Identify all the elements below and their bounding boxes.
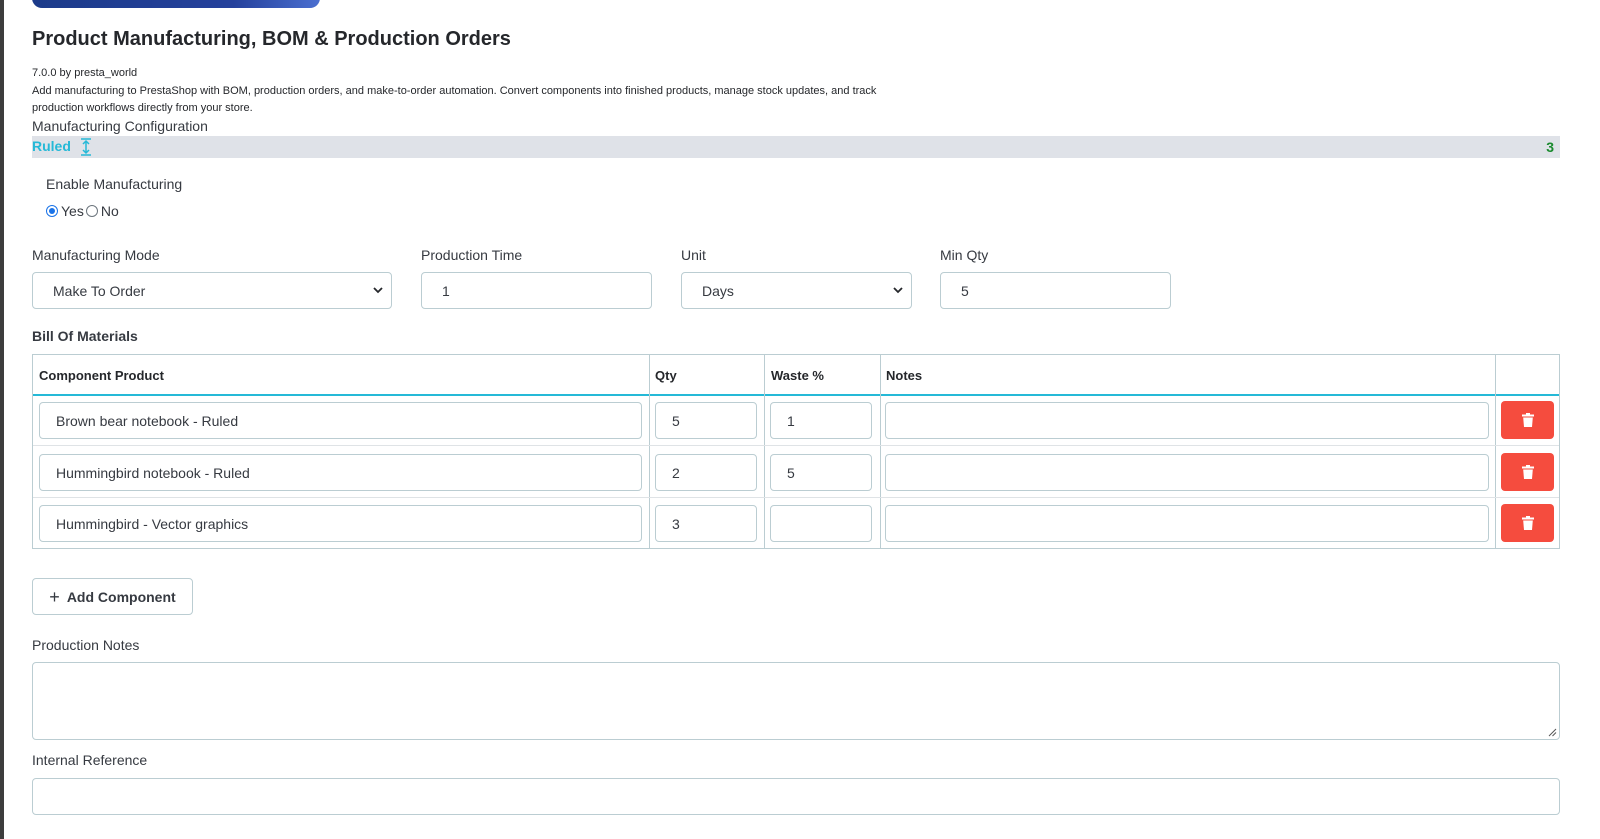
component-product-input[interactable]: Hummingbird - Vector graphics: [39, 505, 642, 542]
component-product-input[interactable]: Brown bear notebook - Ruled: [39, 402, 642, 439]
resize-handle-icon[interactable]: [1548, 728, 1557, 737]
production-time-value: 1: [442, 282, 450, 299]
internal-reference-label: Internal Reference: [32, 752, 148, 768]
radio-yes-label[interactable]: Yes: [61, 203, 84, 219]
expand-collapse-icon[interactable]: [78, 137, 94, 157]
column-header-qty: Qty: [655, 367, 677, 383]
table-header-divider: [33, 394, 1559, 396]
delete-row-button[interactable]: [1501, 401, 1554, 439]
unit-select[interactable]: Days: [681, 272, 912, 309]
manufacturing-mode-label: Manufacturing Mode: [32, 247, 160, 263]
min-qty-value: 5: [961, 282, 969, 299]
component-product-value: Hummingbird notebook - Ruled: [56, 464, 250, 481]
qty-value: 5: [672, 412, 680, 429]
unit-value: Days: [702, 282, 734, 299]
module-version: 7.0.0 by presta_world: [32, 67, 138, 79]
column-header-component: Component Product: [39, 367, 164, 383]
add-component-button[interactable]: + Add Component: [32, 578, 193, 615]
row-divider: [33, 445, 1559, 446]
notes-input[interactable]: [885, 454, 1489, 491]
column-divider: [1495, 355, 1496, 548]
column-divider: [880, 355, 881, 548]
component-product-value: Hummingbird - Vector graphics: [56, 515, 249, 532]
delete-row-button[interactable]: [1501, 504, 1554, 542]
manufacturing-mode-select[interactable]: Make To Order: [32, 272, 392, 309]
section-title: Manufacturing Configuration: [32, 118, 208, 134]
trash-icon: [1521, 465, 1534, 479]
production-notes-label: Production Notes: [32, 637, 140, 653]
waste-value: 5: [787, 464, 795, 481]
delete-row-button[interactable]: [1501, 453, 1554, 491]
manufacturing-mode-value: Make To Order: [53, 282, 146, 299]
min-qty-input[interactable]: 5: [940, 272, 1171, 309]
waste-input[interactable]: 1: [770, 402, 872, 439]
page-title: Product Manufacturing, BOM & Production …: [32, 28, 511, 50]
chevron-down-icon: [373, 287, 383, 294]
waste-input[interactable]: [770, 505, 872, 542]
chevron-down-icon: [893, 287, 903, 294]
column-header-waste: Waste %: [771, 367, 824, 383]
plus-icon: +: [49, 586, 60, 607]
enable-manufacturing-radios: Yes No: [46, 203, 121, 219]
add-component-label: Add Component: [66, 588, 176, 605]
row-divider: [33, 497, 1559, 498]
enable-manufacturing-label: Enable Manufacturing: [46, 176, 183, 192]
waste-value: 1: [787, 412, 795, 429]
bom-title: Bill Of Materials: [32, 328, 138, 344]
column-header-notes: Notes: [886, 367, 923, 383]
column-divider: [764, 355, 765, 548]
unit-label: Unit: [681, 247, 706, 263]
production-time-input[interactable]: 1: [421, 272, 652, 309]
left-edge-bar: [0, 0, 4, 839]
radio-yes[interactable]: [46, 205, 58, 217]
module-description: Add manufacturing to PrestaShop with BOM…: [32, 85, 877, 114]
component-product-input[interactable]: Hummingbird notebook - Ruled: [39, 454, 642, 491]
qty-input[interactable]: 2: [655, 454, 757, 491]
production-time-label: Production Time: [421, 247, 523, 263]
waste-input[interactable]: 5: [770, 454, 872, 491]
qty-input[interactable]: 5: [655, 402, 757, 439]
notes-input[interactable]: [885, 402, 1489, 439]
combination-name[interactable]: Ruled: [32, 138, 71, 154]
module-banner: [32, 0, 320, 8]
notes-input[interactable]: [885, 505, 1489, 542]
qty-value: 2: [672, 464, 680, 481]
trash-icon: [1521, 516, 1534, 530]
qty-value: 3: [672, 515, 680, 532]
internal-reference-input[interactable]: [32, 778, 1560, 815]
min-qty-label: Min Qty: [940, 247, 989, 263]
bom-table: Component Product Qty Waste % Notes Brow…: [32, 354, 1560, 549]
radio-no-label[interactable]: No: [101, 203, 119, 219]
column-divider: [649, 355, 650, 548]
radio-no[interactable]: [85, 205, 98, 217]
combination-count: 3: [1546, 139, 1554, 155]
component-product-value: Brown bear notebook - Ruled: [56, 412, 239, 429]
combination-header[interactable]: Ruled 3: [32, 136, 1560, 158]
qty-input[interactable]: 3: [655, 505, 757, 542]
production-notes-textarea[interactable]: [32, 662, 1560, 740]
trash-icon: [1521, 413, 1534, 427]
